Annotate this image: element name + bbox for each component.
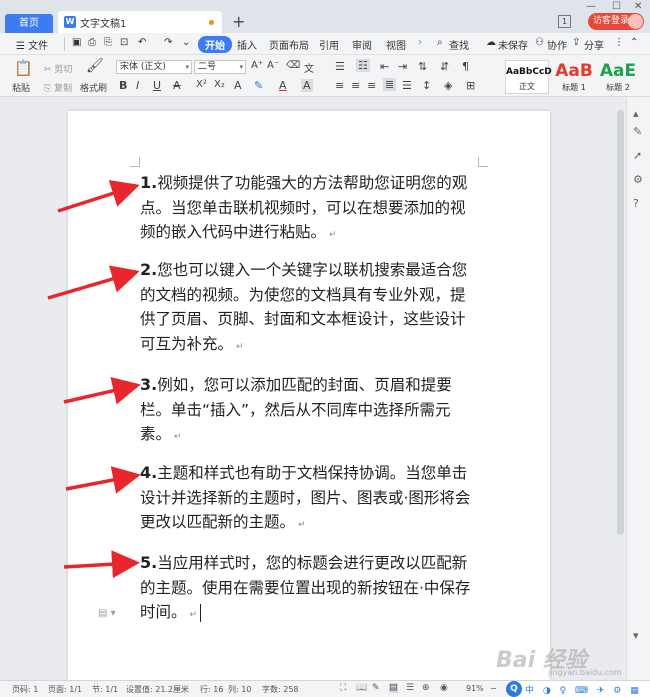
arrow-3	[63, 377, 141, 405]
eye-protect-icon[interactable]: ◉	[440, 683, 448, 693]
web-view-icon[interactable]: ⊕	[422, 683, 430, 693]
arrow-1	[57, 180, 140, 213]
status-col: 列: 10	[228, 685, 252, 694]
ime-toolbar[interactable]: Q 中 ◑ ♀ ⌨ ✈ ⚙ ▦ ⊞	[506, 681, 650, 697]
ime-lang: 中	[525, 686, 538, 696]
write-mode-icon[interactable]: ✎	[372, 683, 380, 693]
adjust-icon[interactable]: ⚙	[633, 173, 643, 186]
fullscreen-icon[interactable]: ⛶	[340, 683, 346, 693]
ime-logo-icon: Q	[506, 681, 522, 697]
zoom-level[interactable]: 91%	[466, 684, 484, 693]
pen-icon[interactable]: ✎	[633, 125, 642, 138]
arrow-4	[65, 466, 141, 494]
page-view-icon[interactable]: ▤	[389, 683, 398, 693]
help-icon[interactable]: ?	[633, 197, 639, 210]
read-mode-icon[interactable]: 📖	[356, 683, 367, 693]
status-section[interactable]: 节: 1/1	[92, 684, 118, 695]
zoom-out-icon[interactable]: −	[490, 684, 497, 693]
baidu-watermark-url: jingyan.baidu.com	[548, 668, 622, 677]
status-pages[interactable]: 页面: 1/1	[48, 684, 82, 695]
arrow-2	[47, 265, 140, 300]
status-page-num[interactable]: 页码: 1	[12, 684, 38, 695]
outline-view-icon[interactable]: ☰	[406, 683, 414, 693]
scroll-down-icon[interactable]: ▾	[633, 629, 639, 642]
annotation-arrows	[47, 180, 141, 579]
vertical-scrollbar[interactable]	[617, 110, 624, 535]
scroll-up-icon[interactable]: ▴	[633, 107, 639, 120]
arrow-5	[63, 550, 140, 579]
status-set-value[interactable]: 设置值: 21.2厘米	[126, 684, 189, 695]
ime-mode-label: 中 ◑ ♀ ⌨ ✈ ⚙ ▦ ⊞	[525, 686, 642, 697]
status-row: 行: 16	[200, 685, 224, 694]
status-words[interactable]: 字数: 258	[262, 684, 299, 695]
select-pointer-icon[interactable]: ➚	[633, 149, 642, 162]
right-tool-rail: ▴ ✎ ➚ ⚙ ? ▾	[626, 97, 650, 680]
